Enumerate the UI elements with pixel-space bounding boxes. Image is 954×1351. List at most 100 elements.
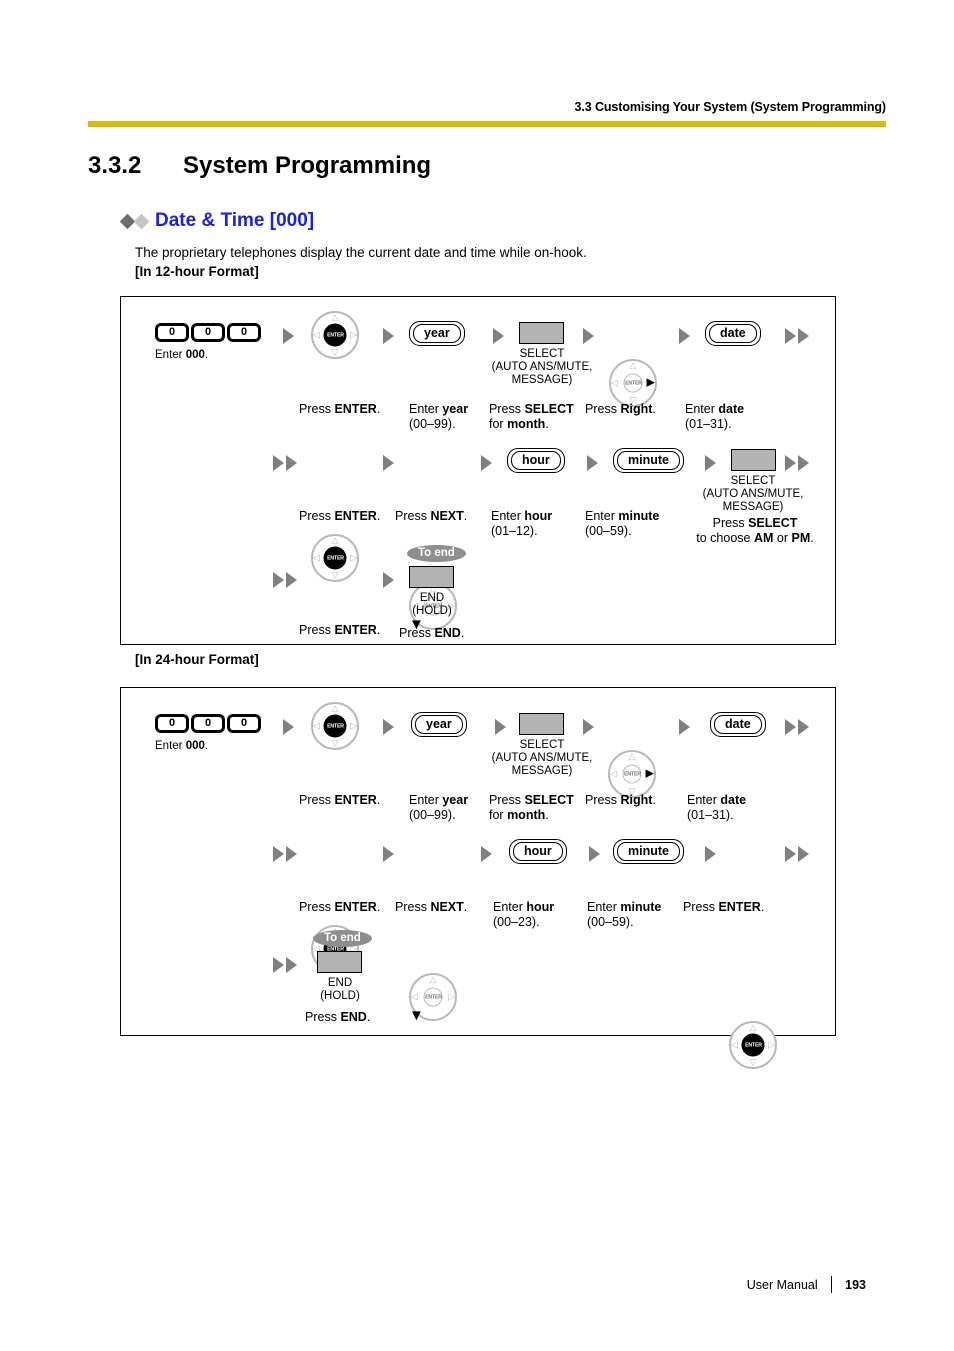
desc-enter-hour: Enter hour (01–12).: [491, 509, 553, 538]
arrow-separator-double-icon: [785, 719, 809, 735]
desc-enter-minute: Enter minute (00–59).: [585, 509, 660, 538]
desc-press-enter: Press ENTER.: [299, 402, 381, 416]
arrow-separator-icon: [583, 719, 594, 735]
arrow-separator-icon: [589, 846, 600, 862]
navigator-enter-key[interactable]: △▽ ◁▷ ENTER: [729, 1021, 777, 1069]
pill-hour[interactable]: hour: [507, 448, 565, 473]
pill-date[interactable]: date: [710, 712, 766, 737]
key-zero-2[interactable]: 0: [191, 714, 225, 733]
key-zero-3[interactable]: 0: [227, 714, 261, 733]
format-label-24h: [In 24-hour Format]: [135, 652, 259, 667]
desc-enter-minute: Enter minute (00–59).: [587, 900, 662, 929]
navigator-enter-key[interactable]: △▽ ◁▷ ENTER: [311, 702, 359, 750]
navigator-next-key[interactable]: △ ▼ ◁ ▷ ENTER: [409, 973, 457, 1023]
caption-select: SELECT (AUTO ANS/MUTE, MESSAGE): [491, 739, 593, 777]
arrow-separator-icon: [679, 719, 690, 735]
arrow-separator-icon: [493, 328, 504, 344]
flowchart-12-hour: 0 0 0 Enter 000. △ ▽ ◁ ▷ ENTER year SELECT…: [120, 296, 836, 795]
arrow-separator-icon: [679, 328, 690, 344]
subsection-title: Date & Time [000]: [155, 210, 315, 231]
caption-end-hold: END (HOLD): [320, 977, 360, 1002]
arrow-separator-double-icon: [785, 455, 809, 471]
key-zero-1[interactable]: 0: [155, 323, 189, 342]
end-hold-softkey[interactable]: [317, 951, 362, 973]
desc-enter-year: Enter year (00–99).: [409, 402, 469, 431]
desc-press-enter: Press ENTER.: [299, 509, 381, 523]
arrow-separator-double-icon: [273, 455, 297, 471]
key-zero-3[interactable]: 0: [227, 323, 261, 342]
arrow-separator-icon: [283, 328, 294, 344]
desc-press-right: Press Right.: [585, 402, 656, 416]
arrow-separator-icon: [705, 846, 716, 862]
desc-press-next: Press NEXT.: [395, 900, 468, 914]
page-title: 3.3.2 System Programming: [88, 152, 431, 180]
arrow-separator-icon: [481, 846, 492, 862]
arrow-separator-double-icon: [785, 328, 809, 344]
end-hold-softkey[interactable]: [409, 566, 454, 588]
footer-manual-label: User Manual: [746, 1277, 818, 1292]
caption-enter-000: Enter 000.: [155, 740, 209, 752]
desc-enter-hour: Enter hour (00–23).: [493, 900, 555, 929]
desc-press-end: Press END.: [305, 1010, 371, 1024]
desc-press-enter: Press ENTER.: [299, 793, 381, 807]
arrow-separator-icon: [495, 719, 506, 735]
caption-enter-000: Enter 000.: [155, 349, 209, 361]
pill-year[interactable]: year: [409, 321, 465, 346]
section-title: System Programming: [183, 152, 432, 179]
arrow-separator-double-icon: [273, 572, 297, 588]
desc-enter-year: Enter year (00–99).: [409, 793, 469, 822]
arrow-separator-icon: [583, 328, 594, 344]
arrow-separator-icon: [587, 455, 598, 471]
caption-end-hold: END (HOLD): [412, 592, 452, 617]
caption-select: SELECT (AUTO ANS/MUTE, MESSAGE): [702, 475, 804, 513]
caption-select: SELECT (AUTO ANS/MUTE, MESSAGE): [491, 348, 593, 386]
format-label-12h: [In 12-hour Format]: [135, 264, 259, 279]
arrow-separator-icon: [383, 455, 394, 471]
keypad-000[interactable]: 0 0 0: [155, 714, 261, 733]
subsection-heading: Date & Time [000]: [119, 210, 315, 232]
running-head: 3.3 Customising Your System (System Prog…: [574, 100, 887, 114]
footer-divider: [830, 1276, 833, 1293]
arrow-separator-icon: [283, 719, 294, 735]
navigator-right-key[interactable]: △ ▽ ◁ ▶ ENTER: [608, 750, 656, 798]
navigator-right-key[interactable]: △ ▽ ◁ ▶ ENTER: [609, 359, 657, 407]
pill-year[interactable]: year: [411, 712, 467, 737]
flowchart-24-hour: 0 0 0 Enter 000. △ ▽ ◁ ▷ ENTER year SELECT…: [120, 687, 836, 1069]
arrow-separator-icon: [705, 455, 716, 471]
arrow-separator-double-icon: [785, 846, 809, 862]
navigator-enter-key[interactable]: △▽ ◁▷ ENTER: [311, 311, 359, 359]
desc-enter-date: Enter date (01–31).: [685, 402, 745, 431]
pill-minute[interactable]: minute: [613, 448, 684, 473]
arrow-separator-icon: [383, 719, 394, 735]
pill-date[interactable]: date: [705, 321, 761, 346]
desc-press-right: Press Right.: [585, 793, 656, 807]
key-zero-2[interactable]: 0: [191, 323, 225, 342]
desc-press-enter: Press ENTER.: [299, 623, 381, 637]
keypad-000[interactable]: 0 0 0: [155, 323, 261, 342]
pill-minute[interactable]: minute: [613, 839, 684, 864]
to-end-badge: To end: [407, 543, 466, 562]
header-rule: [88, 121, 886, 127]
select-softkey[interactable]: [519, 713, 564, 735]
select-softkey[interactable]: [519, 322, 564, 344]
pill-hour[interactable]: hour: [509, 839, 567, 864]
desc-press-next: Press NEXT.: [395, 509, 468, 523]
navigator-enter-key[interactable]: △▽ ◁▷ ENTER: [311, 534, 359, 582]
desc-enter-date: Enter date (01–31).: [687, 793, 747, 822]
key-zero-1[interactable]: 0: [155, 714, 189, 733]
page-header: 3.3 Customising Your System (System Prog…: [88, 100, 886, 127]
subsection-intro: The proprietary telephones display the c…: [135, 245, 587, 260]
arrow-separator-icon: [383, 572, 394, 588]
desc-press-select-month: Press SELECT for month.: [489, 793, 574, 822]
footer-page-number: 193: [845, 1277, 866, 1292]
diamond-bullet-icon: [119, 213, 150, 229]
section-number: 3.3.2: [88, 152, 142, 179]
desc-press-end: Press END.: [399, 626, 465, 640]
arrow-separator-icon: [383, 328, 394, 344]
select-softkey[interactable]: [731, 449, 776, 471]
to-end-badge: To end: [313, 928, 372, 947]
desc-press-select-month: Press SELECT for month.: [489, 402, 574, 431]
desc-press-enter: Press ENTER.: [299, 900, 381, 914]
desc-press-enter: Press ENTER.: [683, 900, 765, 914]
page-footer: User Manual 193: [747, 1276, 866, 1293]
